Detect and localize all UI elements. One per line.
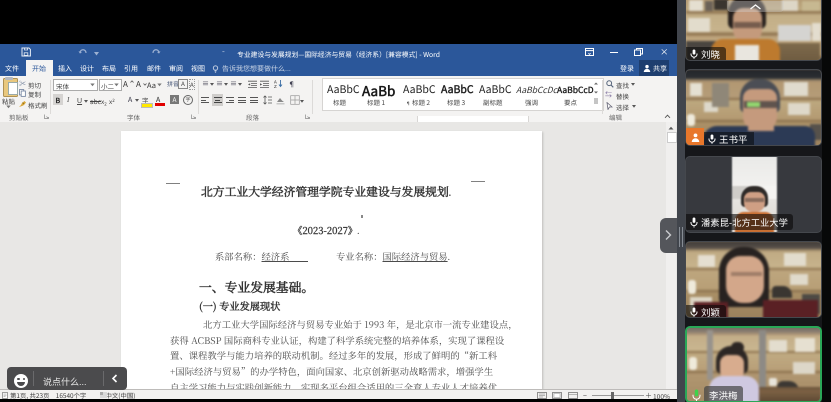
svg-text:Z: Z: [274, 84, 277, 88]
